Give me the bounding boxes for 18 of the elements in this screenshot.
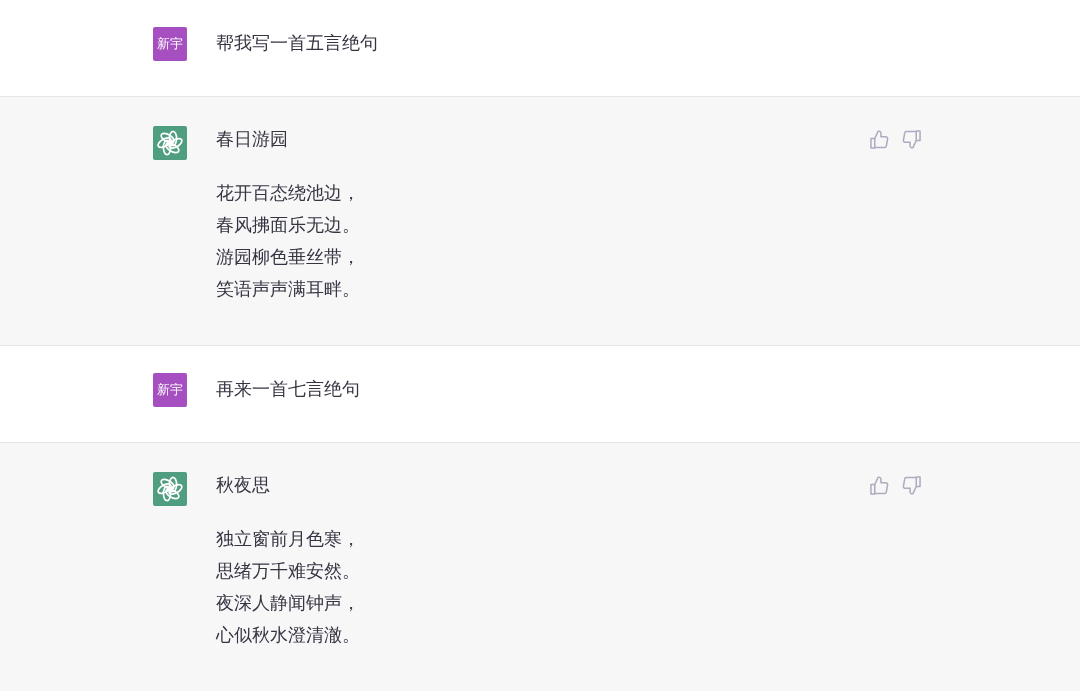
thumbs-down-icon — [902, 476, 921, 495]
thumbs-up-icon — [870, 130, 889, 149]
message-paragraph: 春日游园 — [216, 127, 288, 151]
knot-logo-icon — [153, 472, 187, 506]
thumbs-up-button[interactable] — [870, 476, 889, 495]
knot-logo-icon — [153, 126, 187, 160]
user-avatar: 新宇 — [153, 27, 187, 61]
user-avatar: 新宇 — [153, 373, 187, 407]
thumbs-up-button[interactable] — [870, 130, 889, 149]
message-paragraph: 秋夜思 — [216, 473, 270, 497]
thumbs-down-button[interactable] — [902, 130, 921, 149]
message-paragraph: 花开百态绕池边， 春风拂面乐无边。 游园柳色垂丝带， 笑语声声满耳畔。 — [216, 181, 360, 301]
message-paragraph: 再来一首七言绝句 — [216, 377, 360, 401]
message-paragraph: 帮我写一首五言绝句 — [216, 31, 378, 55]
thumbs-down-button[interactable] — [902, 476, 921, 495]
message-paragraph: 独立窗前月色寒， 思绪万千难安然。 夜深人静闻钟声， 心似秋水澄清澈。 — [216, 527, 360, 647]
thumbs-down-icon — [902, 130, 921, 149]
thumbs-up-icon — [870, 476, 889, 495]
